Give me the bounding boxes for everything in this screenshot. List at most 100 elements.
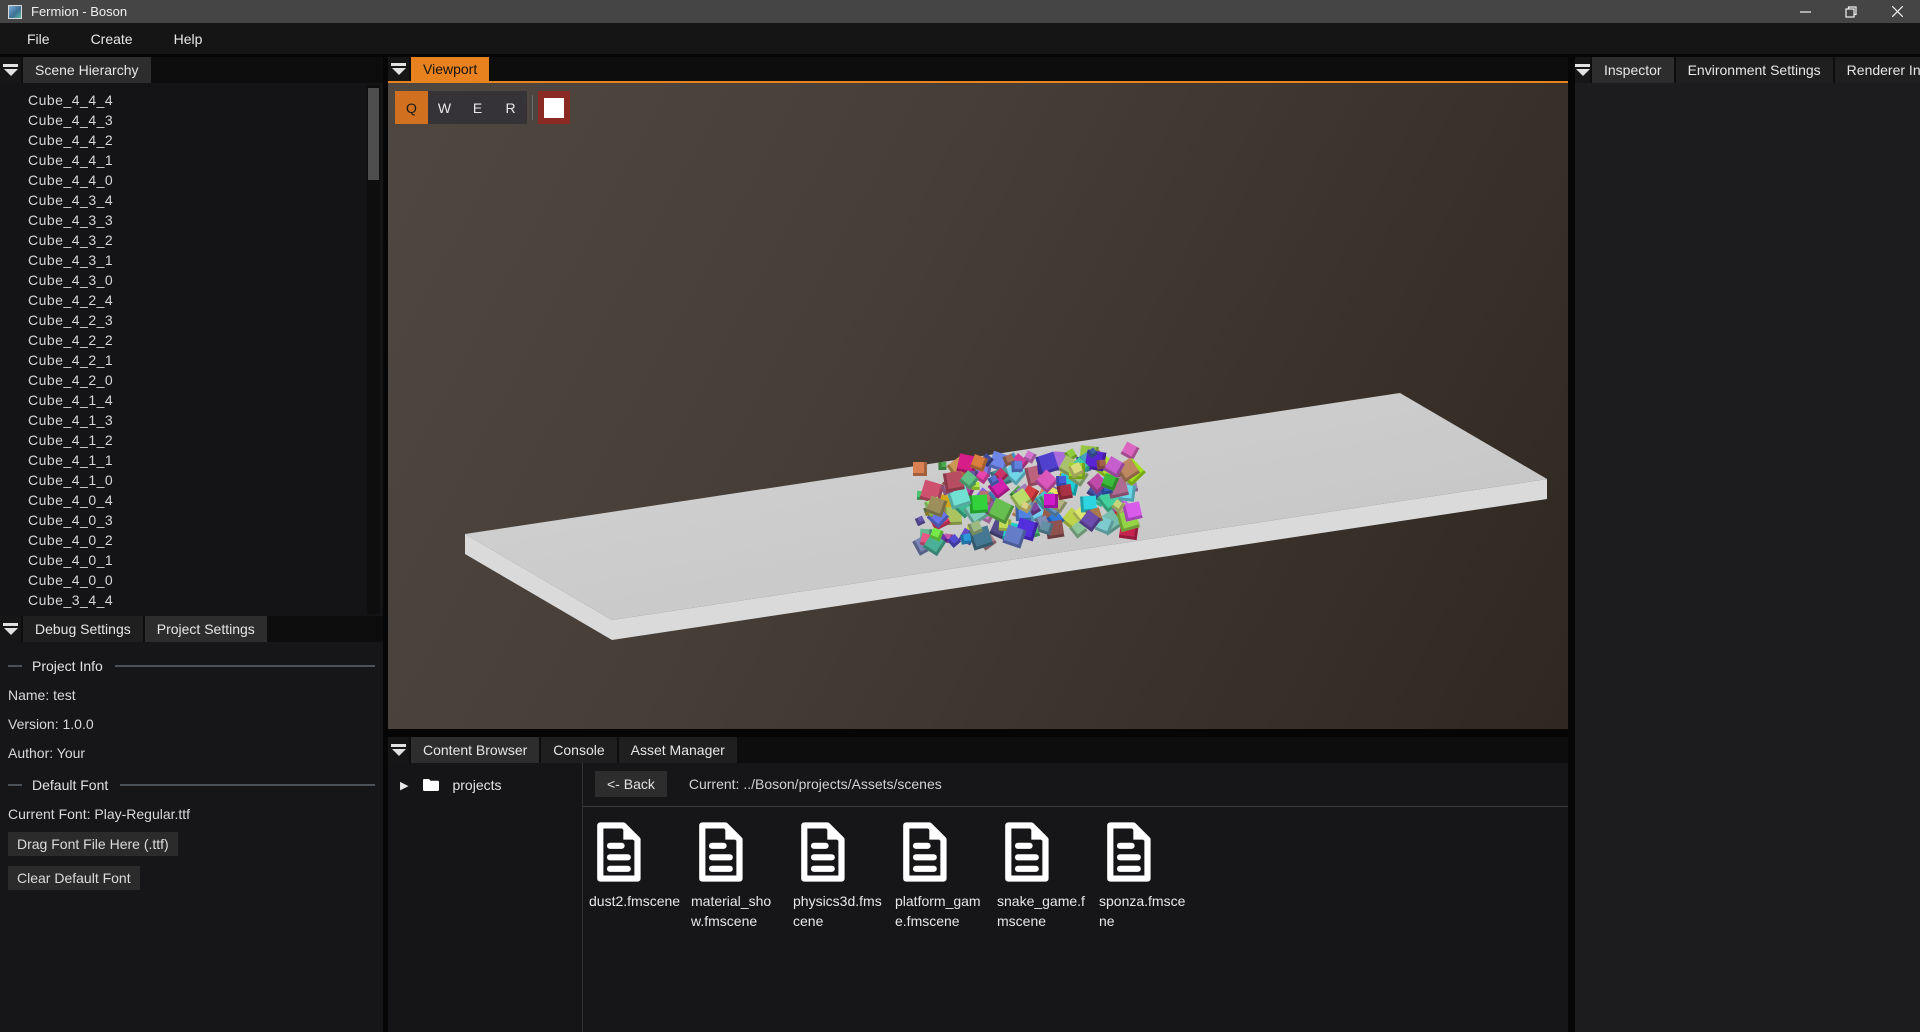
tab-console[interactable]: Console xyxy=(541,737,616,763)
file-grid: dust2.fmscene material_show.fmscenephysic… xyxy=(583,807,1568,931)
scene-item[interactable]: Cube_4_3_2 xyxy=(28,230,383,250)
title-bar: Fermion - Boson xyxy=(0,0,1920,23)
scene-item[interactable]: Cube_4_2_4 xyxy=(28,290,383,310)
scene-item[interactable]: Cube_4_4_0 xyxy=(28,170,383,190)
close-icon xyxy=(1892,6,1903,17)
minimize-button[interactable] xyxy=(1782,0,1828,23)
scene-file-icon xyxy=(795,821,849,883)
scene-item[interactable]: Cube_4_3_0 xyxy=(28,270,383,290)
scene-cube xyxy=(913,462,927,476)
back-button[interactable]: <- Back xyxy=(595,771,667,797)
cube-pile xyxy=(388,83,1568,729)
restore-button[interactable] xyxy=(1828,0,1874,23)
tool-w-button[interactable]: W xyxy=(428,91,461,124)
scene-hierarchy-panel: Scene Hierarchy Cube_4_4_4Cube_4_4_3Cube… xyxy=(0,57,383,616)
panel-menu-icon[interactable] xyxy=(0,616,21,642)
project-author: Author: Your xyxy=(0,745,383,761)
tab-environment-settings[interactable]: Environment Settings xyxy=(1676,57,1833,83)
scene-item[interactable]: Cube_4_3_1 xyxy=(28,250,383,270)
scene-list-scrollbar[interactable] xyxy=(367,85,380,614)
scene-item[interactable]: Cube_4_0_4 xyxy=(28,490,383,510)
panel-menu-icon[interactable] xyxy=(388,57,409,81)
menu-create[interactable]: Create xyxy=(77,23,147,54)
settings-panel: Debug SettingsProject Settings Project I… xyxy=(0,616,383,1032)
tool-e-button[interactable]: E xyxy=(461,91,494,124)
file-name: dust2.fmscene xyxy=(589,892,681,912)
drag-font-dropzone[interactable]: Drag Font File Here (.ttf) xyxy=(8,832,178,856)
file-name: sponza.fmscene xyxy=(1099,892,1191,931)
scene-file-icon xyxy=(897,821,951,883)
tab-renderer-info[interactable]: Renderer Info xyxy=(1835,57,1920,83)
scene-item[interactable]: Cube_4_1_4 xyxy=(28,390,383,410)
menu-file[interactable]: File xyxy=(13,23,64,54)
scene-item[interactable]: Cube_4_2_0 xyxy=(28,370,383,390)
panel-menu-icon[interactable] xyxy=(0,57,21,83)
file-item[interactable]: platform_game.fmscene xyxy=(895,821,994,931)
scene-item[interactable]: Cube_4_0_1 xyxy=(28,550,383,570)
file-item[interactable]: physics3d.fmscene xyxy=(793,821,892,931)
scene-item[interactable]: Cube_4_4_1 xyxy=(28,150,383,170)
scene-item[interactable]: Cube_4_3_3 xyxy=(28,210,383,230)
app-icon xyxy=(8,5,22,19)
menu-bar: File Create Help xyxy=(0,23,1920,55)
tab-viewport[interactable]: Viewport xyxy=(411,57,489,81)
close-button[interactable] xyxy=(1874,0,1920,23)
folder-tree: ▶ projects xyxy=(388,763,583,1032)
scene-item[interactable]: Cube_4_1_2 xyxy=(28,430,383,450)
scene-item[interactable]: Cube_4_0_0 xyxy=(28,570,383,590)
content-browser-panel: Content BrowserConsoleAsset Manager ▶ pr… xyxy=(388,737,1568,1032)
panel-menu-icon[interactable] xyxy=(1575,57,1590,83)
tab-scene-hierarchy[interactable]: Scene Hierarchy xyxy=(23,57,151,83)
file-name: physics3d.fmscene xyxy=(793,892,885,931)
scene-file-icon xyxy=(999,821,1053,883)
tab-inspector[interactable]: Inspector xyxy=(1592,57,1674,83)
project-version: Version: 1.0.0 xyxy=(0,716,383,732)
default-font-heading: Default Font xyxy=(0,777,383,793)
scene-cube xyxy=(1057,484,1073,500)
minimize-icon xyxy=(1800,6,1811,17)
scene-item[interactable]: Cube_4_2_3 xyxy=(28,310,383,330)
tab-content-browser[interactable]: Content Browser xyxy=(411,737,539,763)
scene-cube xyxy=(960,533,971,544)
expand-caret-icon[interactable]: ▶ xyxy=(400,779,408,792)
scene-item[interactable]: Cube_4_1_3 xyxy=(28,410,383,430)
tool-r-button[interactable]: R xyxy=(494,91,527,124)
tool-q-button[interactable]: Q xyxy=(395,91,428,124)
inspector-panel: InspectorEnvironment SettingsRenderer In… xyxy=(1575,57,1920,1032)
file-item[interactable]: dust2.fmscene xyxy=(589,821,688,931)
scene-cube xyxy=(1044,494,1058,508)
viewport-canvas[interactable]: QWER xyxy=(388,83,1568,729)
folder-icon xyxy=(422,778,440,792)
tab-debug-settings[interactable]: Debug Settings xyxy=(23,616,143,642)
restore-icon xyxy=(1845,6,1857,18)
scene-cube xyxy=(938,462,947,471)
swatch-color xyxy=(544,98,564,118)
menu-help[interactable]: Help xyxy=(160,23,217,54)
clear-default-font-button[interactable]: Clear Default Font xyxy=(8,866,140,890)
scene-hierarchy-list: Cube_4_4_4Cube_4_4_3Cube_4_4_2Cube_4_4_1… xyxy=(0,83,383,616)
current-path: Current: ../Boson/projects/Assets/scenes xyxy=(689,776,942,792)
file-item[interactable]: material_show.fmscene xyxy=(691,821,790,931)
scene-item[interactable]: Cube_4_1_1 xyxy=(28,450,383,470)
scene-item[interactable]: Cube_4_0_2 xyxy=(28,530,383,550)
color-swatch-button[interactable] xyxy=(538,91,570,124)
file-item[interactable]: snake_game.fmscene xyxy=(997,821,1096,931)
panel-menu-icon[interactable] xyxy=(388,737,409,763)
scene-item[interactable]: Cube_4_4_4 xyxy=(28,90,383,110)
scene-item[interactable]: Cube_3_4_4 xyxy=(28,590,383,610)
file-item[interactable]: sponza.fmscene xyxy=(1099,821,1198,931)
scene-cube xyxy=(915,515,926,526)
scene-item[interactable]: Cube_4_2_2 xyxy=(28,330,383,350)
tree-item-projects[interactable]: ▶ projects xyxy=(400,777,582,793)
scene-item[interactable]: Cube_4_0_3 xyxy=(28,510,383,530)
scrollbar-thumb[interactable] xyxy=(368,88,379,180)
scene-item[interactable]: Cube_4_4_3 xyxy=(28,110,383,130)
scene-file-icon xyxy=(693,821,747,883)
tab-asset-manager[interactable]: Asset Manager xyxy=(619,737,737,763)
tab-project-settings[interactable]: Project Settings xyxy=(145,616,267,642)
file-name: platform_game.fmscene xyxy=(895,892,987,931)
scene-item[interactable]: Cube_4_2_1 xyxy=(28,350,383,370)
scene-item[interactable]: Cube_4_3_4 xyxy=(28,190,383,210)
scene-item[interactable]: Cube_4_1_0 xyxy=(28,470,383,490)
scene-item[interactable]: Cube_4_4_2 xyxy=(28,130,383,150)
